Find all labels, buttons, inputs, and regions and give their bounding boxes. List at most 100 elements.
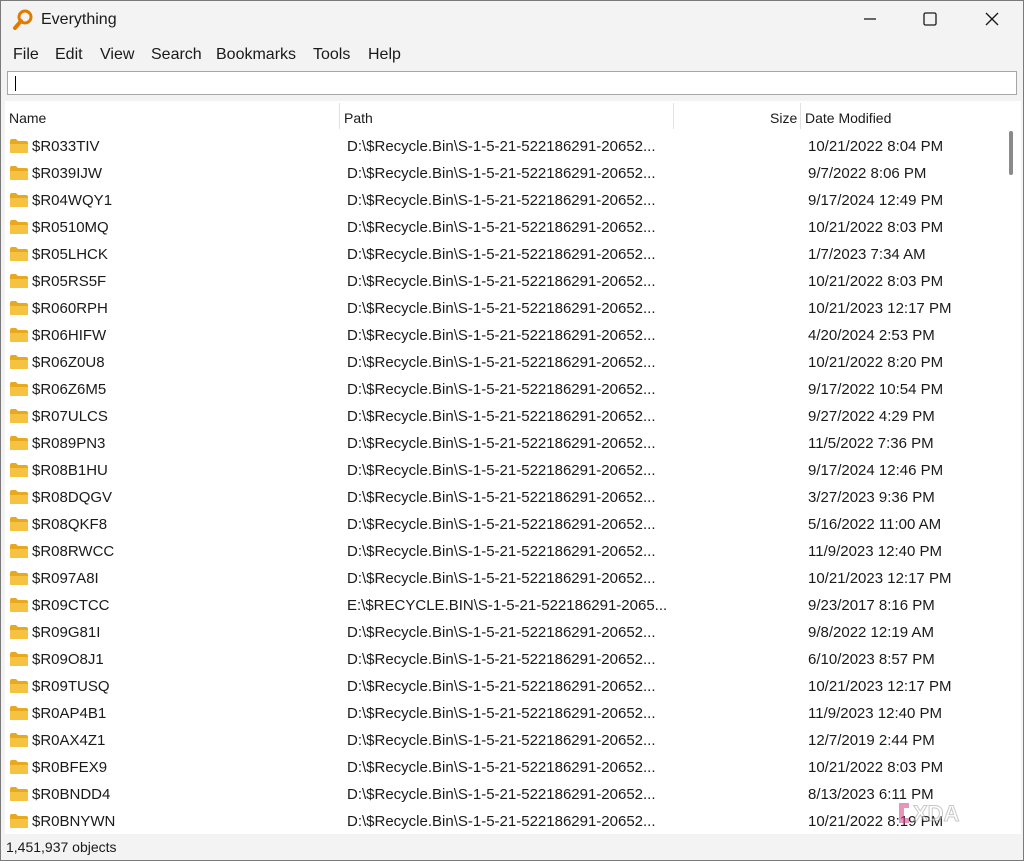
date-modified: 10/21/2022 8:03 PM bbox=[808, 219, 944, 236]
file-path: D:\$Recycle.Bin\S-1-5-21-522186291-20652… bbox=[347, 381, 656, 398]
table-row[interactable]: $R08DQGV D:\$Recycle.Bin\S-1-5-21-5221862… bbox=[5, 484, 1000, 511]
table-row[interactable]: $R09O8J1 D:\$Recycle.Bin\S-1-5-21-5221862… bbox=[5, 646, 1000, 673]
table-row[interactable]: $R07ULCS D:\$Recycle.Bin\S-1-5-21-5221862… bbox=[5, 403, 1000, 430]
table-row[interactable]: $R0BNYWN D:\$Recycle.Bin\S-1-5-21-5221862… bbox=[5, 808, 1000, 834]
file-name: $R0BNDD4 bbox=[32, 786, 111, 803]
menu-help[interactable]: Help bbox=[368, 46, 401, 64]
file-path: D:\$Recycle.Bin\S-1-5-21-522186291-20652… bbox=[347, 219, 656, 236]
date-modified: 10/21/2023 12:17 PM bbox=[808, 300, 952, 317]
table-row[interactable]: $R033TIV D:\$Recycle.Bin\S-1-5-21-5221862… bbox=[5, 133, 1000, 160]
text-caret bbox=[15, 76, 16, 91]
folder-icon bbox=[9, 543, 29, 559]
column-header-date-modified[interactable]: Date Modified bbox=[805, 110, 891, 126]
scrollbar-thumb[interactable] bbox=[1009, 131, 1013, 175]
table-row[interactable]: $R089PN3 D:\$Recycle.Bin\S-1-5-21-5221862… bbox=[5, 430, 1000, 457]
menu-view[interactable]: View bbox=[100, 46, 134, 64]
column-header-size[interactable]: Size bbox=[770, 110, 797, 126]
column-divider[interactable] bbox=[673, 103, 674, 129]
maximize-icon bbox=[923, 11, 937, 31]
search-input[interactable] bbox=[7, 71, 1017, 95]
table-row[interactable]: $R08RWCC D:\$Recycle.Bin\S-1-5-21-5221862… bbox=[5, 538, 1000, 565]
table-row[interactable]: $R05LHCK D:\$Recycle.Bin\S-1-5-21-5221862… bbox=[5, 241, 1000, 268]
table-row[interactable]: $R060RPH D:\$Recycle.Bin\S-1-5-21-5221862… bbox=[5, 295, 1000, 322]
folder-icon bbox=[9, 192, 29, 208]
folder-icon bbox=[9, 786, 29, 802]
table-row[interactable]: $R09TUSQ D:\$Recycle.Bin\S-1-5-21-5221862… bbox=[5, 673, 1000, 700]
table-row[interactable]: $R097A8I D:\$Recycle.Bin\S-1-5-21-5221862… bbox=[5, 565, 1000, 592]
table-row[interactable]: $R0510MQ D:\$Recycle.Bin\S-1-5-21-5221862… bbox=[5, 214, 1000, 241]
file-path: D:\$Recycle.Bin\S-1-5-21-522186291-20652… bbox=[347, 543, 656, 560]
folder-icon bbox=[9, 435, 29, 451]
everything-window: Everything File Edit View Search Bookmar… bbox=[0, 0, 1024, 861]
file-name: $R04WQY1 bbox=[32, 192, 113, 209]
folder-icon bbox=[9, 354, 29, 370]
date-modified: 9/27/2022 4:29 PM bbox=[808, 408, 935, 425]
table-row[interactable]: $R06Z0U8 D:\$Recycle.Bin\S-1-5-21-5221862… bbox=[5, 349, 1000, 376]
folder-icon bbox=[9, 705, 29, 721]
file-name: $R09G81I bbox=[32, 624, 101, 641]
date-modified: 10/21/2022 8:03 PM bbox=[808, 273, 944, 290]
file-name: $R08B1HU bbox=[32, 462, 108, 479]
file-path: D:\$Recycle.Bin\S-1-5-21-522186291-20652… bbox=[347, 624, 656, 641]
column-divider[interactable] bbox=[339, 103, 340, 129]
file-name: $R089PN3 bbox=[32, 435, 106, 452]
table-row[interactable]: $R06HIFW D:\$Recycle.Bin\S-1-5-21-5221862… bbox=[5, 322, 1000, 349]
table-row[interactable]: $R08B1HU D:\$Recycle.Bin\S-1-5-21-5221862… bbox=[5, 457, 1000, 484]
table-row[interactable]: $R09CTCC E:\$RECYCLE.BIN\S-1-5-21-5221862… bbox=[5, 592, 1000, 619]
date-modified: 5/16/2022 11:00 AM bbox=[808, 516, 942, 533]
table-row[interactable]: $R039IJW D:\$Recycle.Bin\S-1-5-21-5221862… bbox=[5, 160, 1000, 187]
close-button[interactable] bbox=[961, 1, 1023, 41]
column-header-path[interactable]: Path bbox=[344, 110, 373, 126]
table-row[interactable]: $R08QKF8 D:\$Recycle.Bin\S-1-5-21-5221862… bbox=[5, 511, 1000, 538]
folder-icon bbox=[9, 246, 29, 262]
menu-edit[interactable]: Edit bbox=[55, 46, 83, 64]
folder-icon bbox=[9, 813, 29, 829]
file-path: D:\$Recycle.Bin\S-1-5-21-522186291-20652… bbox=[347, 516, 656, 533]
file-name: $R097A8I bbox=[32, 570, 99, 587]
date-modified: 4/20/2024 2:53 PM bbox=[808, 327, 935, 344]
table-row[interactable]: $R0AX4Z1 D:\$Recycle.Bin\S-1-5-21-5221862… bbox=[5, 727, 1000, 754]
vertical-scrollbar[interactable] bbox=[1001, 131, 1021, 834]
date-modified: 11/5/2022 7:36 PM bbox=[808, 435, 934, 452]
window-title: Everything bbox=[41, 11, 117, 28]
file-name: $R05RS5F bbox=[32, 273, 107, 290]
folder-icon bbox=[9, 516, 29, 532]
folder-icon bbox=[9, 273, 29, 289]
file-path: E:\$RECYCLE.BIN\S-1-5-21-522186291-2065.… bbox=[347, 597, 668, 614]
menu-bookmarks[interactable]: Bookmarks bbox=[216, 46, 296, 64]
date-modified: 3/27/2023 9:36 PM bbox=[808, 489, 935, 506]
close-icon bbox=[985, 12, 999, 31]
file-name: $R08RWCC bbox=[32, 543, 115, 560]
file-path: D:\$Recycle.Bin\S-1-5-21-522186291-20652… bbox=[347, 813, 656, 830]
folder-icon bbox=[9, 300, 29, 316]
table-row[interactable]: $R05RS5F D:\$Recycle.Bin\S-1-5-21-5221862… bbox=[5, 268, 1000, 295]
minimize-button[interactable] bbox=[839, 1, 901, 41]
table-row[interactable]: $R04WQY1 D:\$Recycle.Bin\S-1-5-21-5221862… bbox=[5, 187, 1000, 214]
folder-icon bbox=[9, 381, 29, 397]
date-modified: 9/23/2017 8:16 PM bbox=[808, 597, 935, 614]
column-header-name[interactable]: Name bbox=[9, 110, 46, 126]
table-row[interactable]: $R06Z6M5 D:\$Recycle.Bin\S-1-5-21-5221862… bbox=[5, 376, 1000, 403]
file-path: D:\$Recycle.Bin\S-1-5-21-522186291-20652… bbox=[347, 489, 656, 506]
date-modified: 11/9/2023 12:40 PM bbox=[808, 705, 942, 722]
results-list[interactable]: Name Path Size Date Modified $R033TIV D:\… bbox=[5, 101, 1021, 834]
title-bar[interactable]: Everything bbox=[1, 1, 1023, 41]
date-modified: 9/17/2022 10:54 PM bbox=[808, 381, 944, 398]
table-row[interactable]: $R0BFEX9 D:\$Recycle.Bin\S-1-5-21-5221862… bbox=[5, 754, 1000, 781]
maximize-button[interactable] bbox=[899, 1, 961, 41]
folder-icon bbox=[9, 570, 29, 586]
column-divider[interactable] bbox=[800, 103, 801, 129]
date-modified: 10/21/2022 8:20 PM bbox=[808, 354, 944, 371]
table-row[interactable]: $R0BNDD4 D:\$Recycle.Bin\S-1-5-21-5221862… bbox=[5, 781, 1000, 808]
menu-file[interactable]: File bbox=[13, 46, 39, 64]
xda-logo-text: XDA bbox=[913, 801, 960, 826]
table-row[interactable]: $R09G81I D:\$Recycle.Bin\S-1-5-21-5221862… bbox=[5, 619, 1000, 646]
folder-icon bbox=[9, 327, 29, 343]
file-path: D:\$Recycle.Bin\S-1-5-21-522186291-20652… bbox=[347, 165, 656, 182]
table-row[interactable]: $R0AP4B1 D:\$Recycle.Bin\S-1-5-21-5221862… bbox=[5, 700, 1000, 727]
file-path: D:\$Recycle.Bin\S-1-5-21-522186291-20652… bbox=[347, 678, 656, 695]
file-path: D:\$Recycle.Bin\S-1-5-21-522186291-20652… bbox=[347, 273, 656, 290]
menu-search[interactable]: Search bbox=[151, 46, 202, 64]
file-path: D:\$Recycle.Bin\S-1-5-21-522186291-20652… bbox=[347, 651, 656, 668]
menu-tools[interactable]: Tools bbox=[313, 46, 350, 64]
